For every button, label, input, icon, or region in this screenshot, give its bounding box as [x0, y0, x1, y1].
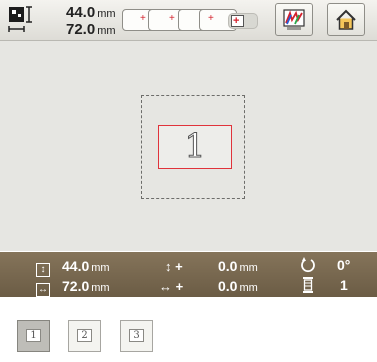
thumbnail-glyph: 2	[77, 329, 92, 342]
status-horizontal-offset-value: 0.0 mm	[218, 278, 258, 296]
status-width-value: 72.0	[62, 278, 90, 294]
status-bar: ↕ 44.0 mm ↔ 72.0 mm ↕ + 0.0 mm ↔ + 0.0 mm 0° 1	[0, 252, 377, 297]
pattern-selection-frame[interactable]: 1	[158, 125, 232, 169]
rotation-value: 0°	[337, 257, 351, 273]
offset-h-unit: mm	[239, 282, 258, 294]
embroidery-area-outline: 1	[141, 95, 245, 199]
home-button[interactable]	[327, 3, 365, 36]
top-toolbar: 44.0mm 72.0mm + + + + +	[0, 0, 377, 41]
height-icon: ↕	[36, 263, 50, 277]
thumbnail-glyph: 3	[129, 329, 144, 342]
home-icon	[336, 9, 356, 30]
status-thread-count: 1	[303, 277, 348, 293]
pattern-size-icon	[8, 6, 32, 32]
offset-v-value: 0.0	[218, 258, 238, 274]
status-rotation: 0°	[300, 257, 350, 273]
pattern-height-unit: mm	[97, 8, 116, 20]
status-height-unit: mm	[91, 262, 110, 274]
hoop-center-icon: +	[208, 13, 214, 24]
offset-v-unit: mm	[239, 262, 258, 274]
horizontal-move-icon: ↔ +	[159, 279, 184, 294]
pattern-thumbnail[interactable]: 3	[120, 320, 153, 352]
pattern-height-value: 44.0	[66, 4, 96, 21]
hoop-center-icon: +	[140, 13, 146, 24]
thread-count-value: 1	[340, 277, 348, 293]
pattern-thumbnail[interactable]: 2	[68, 320, 101, 352]
status-width-unit: mm	[91, 282, 110, 294]
pattern-thumbnail[interactable]: 1	[17, 320, 50, 352]
thread-spool-icon	[303, 277, 313, 293]
status-vertical-offset: ↕ +	[165, 258, 190, 275]
vertical-move-icon: ↕ +	[165, 259, 183, 274]
rotate-icon	[301, 257, 315, 273]
embroidery-canvas[interactable]: 1	[0, 41, 377, 251]
pattern-character: 1	[184, 126, 206, 165]
status-vertical-offset-value: 0.0 mm	[218, 258, 258, 276]
hoop-center-icon: +	[169, 13, 175, 24]
thread-color-icon	[283, 9, 305, 30]
status-height-value: 44.0	[62, 258, 90, 274]
width-icon: ↔	[36, 283, 50, 297]
plus-icon: +	[233, 15, 240, 27]
status-horizontal-offset: ↔ +	[159, 278, 190, 295]
status-width: ↔ 72.0 mm	[36, 278, 110, 297]
thread-color-button[interactable]	[275, 3, 313, 36]
offset-h-value: 0.0	[218, 278, 238, 294]
pattern-size-readout: 44.0 mm 72.0 mm	[66, 5, 116, 39]
pattern-width-unit: mm	[97, 25, 116, 37]
status-height: ↕ 44.0 mm	[36, 258, 110, 277]
thumbnail-glyph: 1	[26, 329, 41, 342]
pattern-width-value: 72.0	[66, 21, 96, 38]
hoop-selected-indicator[interactable]: +	[228, 13, 258, 29]
